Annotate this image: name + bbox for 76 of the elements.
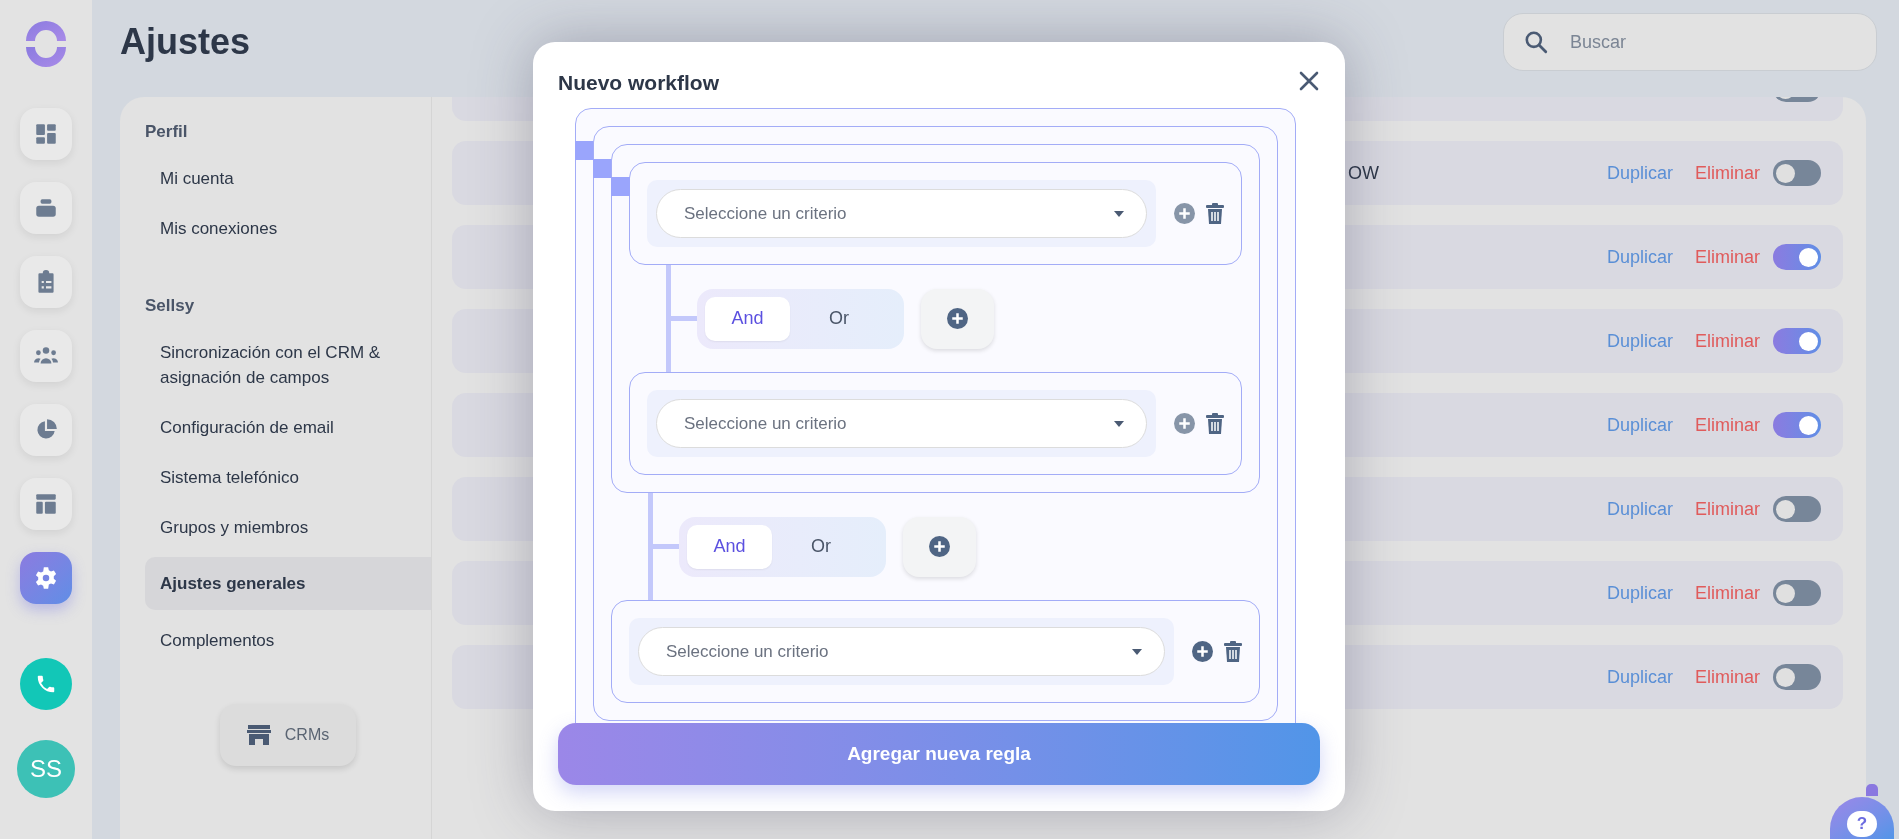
- duplicate-link[interactable]: Duplicar: [1606, 579, 1673, 607]
- toggle-switch[interactable]: [1773, 664, 1821, 690]
- help-button[interactable]: ?: [1830, 797, 1894, 839]
- logic-option[interactable]: And: [705, 296, 790, 341]
- delete-link[interactable]: Eliminar: [1695, 663, 1760, 691]
- trash-icon[interactable]: [1224, 641, 1242, 662]
- add-icon: [947, 308, 968, 329]
- user-avatar[interactable]: SS: [17, 740, 75, 798]
- criteria-select[interactable]: Seleccione un criterio: [656, 189, 1147, 238]
- phone-icon: [35, 673, 57, 695]
- nav-button[interactable]: [20, 330, 72, 382]
- criteria-select[interactable]: Seleccione un criterio: [656, 399, 1147, 448]
- add-condition-button[interactable]: [921, 288, 994, 349]
- menu-item[interactable]: Configuración de email: [145, 407, 431, 447]
- duplicate-link[interactable]: Duplicar: [1606, 663, 1673, 691]
- phone-button[interactable]: [20, 658, 72, 710]
- caret-icon: [1132, 648, 1142, 655]
- add-icon: [929, 536, 950, 557]
- settings-icon: [33, 565, 59, 591]
- menu-item[interactable]: Sistema telefónico: [145, 457, 431, 497]
- caret-icon: [1114, 420, 1124, 427]
- toggle-switch[interactable]: [1773, 160, 1821, 186]
- logic-option[interactable]: Or: [790, 296, 888, 341]
- delete-link[interactable]: Eliminar: [1695, 159, 1760, 187]
- toggle-switch[interactable]: [1773, 412, 1821, 438]
- toggle-switch[interactable]: [1773, 580, 1821, 606]
- add-icon[interactable]: [1192, 641, 1213, 662]
- row-title: OW: [1348, 161, 1379, 185]
- trash-icon[interactable]: [1206, 203, 1224, 224]
- store-icon: [246, 724, 271, 746]
- duplicate-link[interactable]: Duplicar: [1606, 327, 1673, 355]
- nav-button[interactable]: [20, 182, 72, 234]
- trash-icon[interactable]: [1206, 413, 1224, 434]
- duplicate-link[interactable]: Duplicar: [1606, 159, 1673, 187]
- crms-button[interactable]: CRMs: [220, 704, 356, 766]
- nav-button[interactable]: [20, 404, 72, 456]
- add-condition-button[interactable]: [903, 516, 976, 577]
- menu-item[interactable]: Mi cuenta: [145, 158, 431, 199]
- scroll-handle[interactable]: [1866, 784, 1878, 796]
- delete-link[interactable]: Eliminar: [1695, 243, 1760, 271]
- toggle-switch[interactable]: [1773, 328, 1821, 354]
- menu-item[interactable]: Grupos y miembros: [145, 507, 431, 547]
- add-icon[interactable]: [1174, 203, 1195, 224]
- modal-title: Nuevo workflow: [558, 70, 720, 96]
- menu-item[interactable]: Ajustes generales: [145, 557, 431, 610]
- nav-button[interactable]: [20, 478, 72, 530]
- duplicate-link[interactable]: Duplicar: [1606, 495, 1673, 523]
- menu-item[interactable]: Complementos: [145, 620, 431, 660]
- add-rule-button[interactable]: Agregar nueva regla: [558, 723, 1320, 785]
- layout-icon: [33, 491, 59, 517]
- logic-option[interactable]: And: [687, 524, 772, 569]
- page-title: Ajustes: [120, 20, 251, 64]
- delete-link[interactable]: Eliminar: [1695, 495, 1760, 523]
- toggle-switch[interactable]: [1773, 496, 1821, 522]
- delete-link[interactable]: Eliminar: [1695, 579, 1760, 607]
- caret-icon: [1114, 210, 1124, 217]
- menu-item[interactable]: Sincronización con el CRM & asignación de campos: [145, 332, 431, 397]
- duplicate-link[interactable]: Duplicar: [1606, 411, 1673, 439]
- search-icon: [1523, 29, 1549, 55]
- close-icon[interactable]: [1298, 70, 1320, 92]
- nav-button[interactable]: [20, 108, 72, 160]
- duplicate-link[interactable]: Duplicar: [1606, 243, 1673, 271]
- delete-link[interactable]: Eliminar: [1695, 411, 1760, 439]
- nav-button[interactable]: [20, 256, 72, 308]
- help-icon: ?: [1847, 811, 1877, 837]
- delete-link[interactable]: Eliminar: [1695, 327, 1760, 355]
- add-icon[interactable]: [1174, 413, 1195, 434]
- section-heading: Perfil: [144, 121, 189, 143]
- dashboard-icon: [33, 121, 59, 147]
- nav-button[interactable]: [20, 552, 72, 604]
- section-heading: Sellsy: [144, 294, 196, 317]
- criteria-select[interactable]: Seleccione un criterio: [638, 627, 1165, 676]
- toggle-switch[interactable]: [1773, 244, 1821, 270]
- menu-item[interactable]: Mis conexiones: [145, 208, 431, 249]
- logic-option[interactable]: Or: [772, 524, 870, 569]
- search-field[interactable]: Buscar: [1503, 13, 1877, 71]
